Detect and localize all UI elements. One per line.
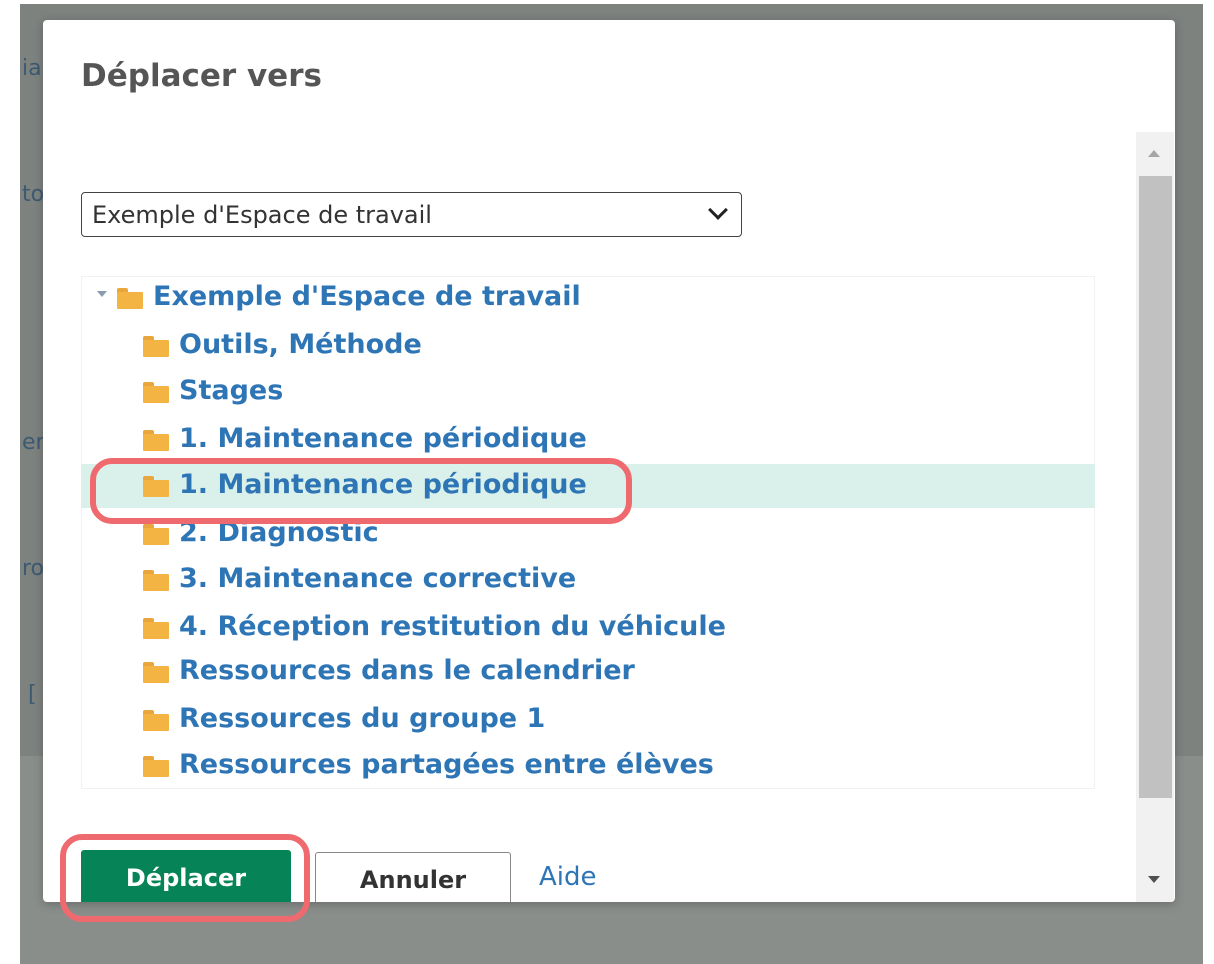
tree-item[interactable]: Outils, Méthode <box>81 324 1095 368</box>
tree-item-label: Ressources dans le calendrier <box>179 655 635 686</box>
folder-icon <box>143 336 169 357</box>
folder-icon <box>143 618 169 639</box>
background-text-fragment: ia <box>22 56 42 81</box>
tree-item-label: 3. Maintenance corrective <box>179 563 577 594</box>
background-text-fragment: [ <box>28 682 37 707</box>
tree-item-label: 2. Diagnostic <box>179 517 379 548</box>
folder-icon <box>143 756 169 777</box>
expand-caret-icon[interactable] <box>97 291 107 297</box>
tree-item-selected[interactable]: 1. Maintenance périodique <box>81 464 1095 508</box>
tree-item-label: Ressources partagées entre élèves <box>179 749 714 780</box>
dialog-scrollbar[interactable] <box>1136 132 1174 902</box>
tree-item-label: 1. Maintenance périodique <box>179 423 587 454</box>
folder-icon <box>143 710 169 731</box>
folder-icon <box>143 430 169 451</box>
tree-item[interactable]: Ressources dans le calendrier <box>81 650 1095 694</box>
background-text-fragment: ro <box>22 556 45 581</box>
help-link[interactable]: Aide <box>539 862 597 892</box>
folder-icon <box>143 476 169 497</box>
move-button[interactable]: Déplacer <box>81 850 291 902</box>
background-text-fragment: er <box>22 430 45 455</box>
cancel-button[interactable]: Annuler <box>315 852 511 902</box>
tree-item-label: 4. Réception restitution du véhicule <box>179 611 726 642</box>
folder-icon <box>117 288 143 309</box>
folder-icon <box>143 662 169 683</box>
workspace-select[interactable]: Exemple d'Espace de travail <box>81 192 742 237</box>
folder-icon <box>143 524 169 545</box>
dialog-title: Déplacer vers <box>81 58 322 94</box>
folder-icon <box>143 570 169 591</box>
tree-item-label: 1. Maintenance périodique <box>179 469 587 500</box>
tree-item[interactable]: 2. Diagnostic <box>81 512 1095 556</box>
tree-item[interactable]: Ressources du groupe 1 <box>81 698 1095 742</box>
scroll-down-arrow-icon[interactable] <box>1148 876 1160 883</box>
tree-item[interactable]: Ressources partagées entre élèves <box>81 744 1095 788</box>
tree-item-label: Ressources du groupe 1 <box>179 703 546 734</box>
folder-tree: Exemple d'Espace de travail Outils, Méth… <box>81 276 1095 789</box>
scroll-up-arrow-icon[interactable] <box>1148 150 1160 157</box>
scroll-thumb[interactable] <box>1139 176 1172 798</box>
tree-item[interactable]: 1. Maintenance périodique <box>81 418 1095 462</box>
tree-item-label: Stages <box>179 375 284 406</box>
workspace-select-value: Exemple d'Espace de travail <box>92 201 432 229</box>
tree-item-label: Exemple d'Espace de travail <box>153 281 581 312</box>
background-text-fragment: to <box>22 182 45 207</box>
tree-item[interactable]: 4. Réception restitution du véhicule <box>81 606 1095 650</box>
tree-item[interactable]: Stages <box>81 370 1095 414</box>
tree-item-label: Outils, Méthode <box>179 329 422 360</box>
chevron-down-icon <box>708 200 728 220</box>
tree-item[interactable]: 3. Maintenance corrective <box>81 558 1095 602</box>
folder-icon <box>143 382 169 403</box>
move-to-dialog: Déplacer vers Exemple d'Espace de travai… <box>43 20 1175 902</box>
tree-root-item[interactable]: Exemple d'Espace de travail <box>81 276 1095 320</box>
